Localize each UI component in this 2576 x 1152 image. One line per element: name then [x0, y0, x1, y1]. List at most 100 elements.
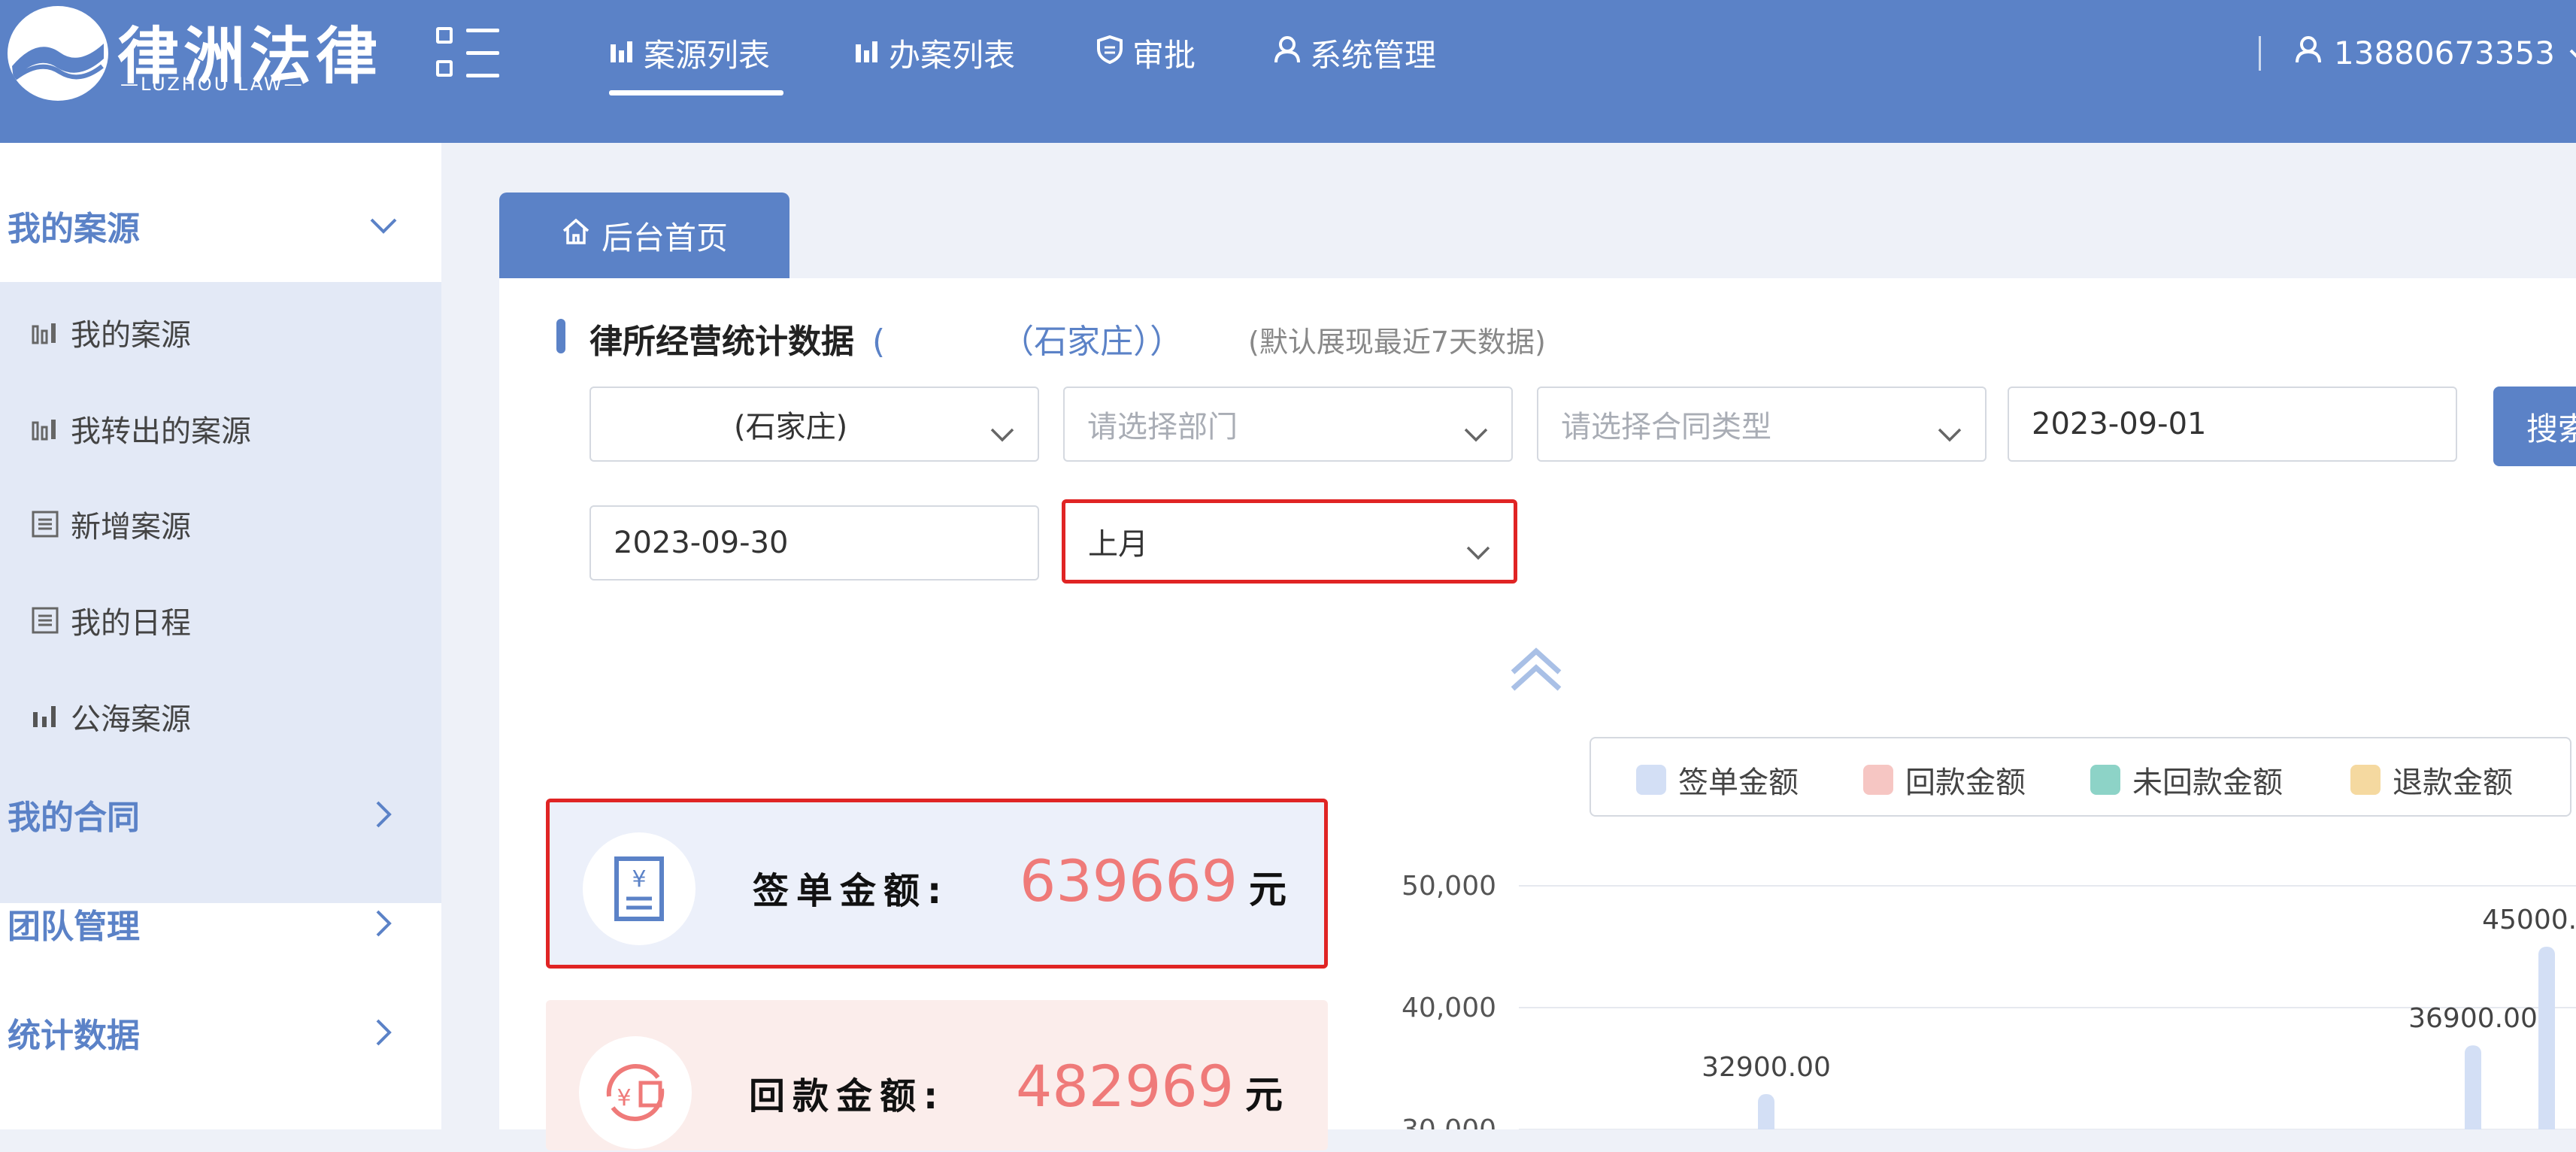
period-select-value: 上月 [1088, 527, 1148, 562]
sidebar-group-label: 团队管理 [8, 908, 140, 946]
legend-label: 回款金额 [1905, 765, 2026, 800]
firm-select[interactable]: (石家庄) [589, 387, 1039, 462]
tab-label: 后台首页 [601, 219, 728, 256]
bar-sign-amount[interactable] [1758, 1094, 1774, 1129]
y-tick-label: 30,000 [1402, 1114, 1496, 1129]
legend-label: 签单金额 [1678, 765, 1799, 800]
y-tick-label: 50,000 [1402, 871, 1496, 902]
chevron-down-icon [368, 211, 399, 241]
menu-toggle-icon[interactable] [436, 26, 501, 83]
sidebar-group-statistics[interactable]: 统计数据 [0, 984, 441, 1081]
user-icon [1274, 35, 1301, 71]
bar-data-label: 32900.00 [1702, 1052, 1831, 1083]
search-button-label: 搜索 [2526, 410, 2576, 447]
top-header: 律洲法律 LUZHOU LAW 案源列表 办案列表 审批 [0, 0, 2576, 143]
stat-value: 482969 [1016, 1053, 1235, 1120]
bar-sign-amount[interactable] [2538, 947, 2555, 1129]
section-marker [556, 319, 565, 353]
header-divider [2259, 36, 2261, 71]
nav-active-indicator [609, 90, 783, 95]
legend-swatch [1636, 765, 1666, 795]
sidebar-item-public-pool[interactable]: 公海案源 [30, 687, 191, 747]
svg-text:¥: ¥ [632, 866, 646, 893]
search-button[interactable]: 搜索 [2493, 387, 2576, 466]
sidebar: 我的案源 我的案源 我转出的案源 新增案源 我的日程 公海案源 我的合同 团队管… [0, 143, 441, 1129]
amount-bar-chart: 50,000 40,000 30,000 32900.00 36900.00 45000.… [1402, 871, 2576, 1129]
stat-label: 签单金额: [753, 870, 950, 912]
end-date-input[interactable]: 2023-09-30 [589, 505, 1039, 581]
sidebar-group-my-case-sources[interactable]: 我的案源 [0, 177, 441, 274]
department-select[interactable]: 请选择部门 [1063, 387, 1513, 462]
department-select-placeholder: 请选择部门 [1087, 410, 1238, 444]
nav-item-approval[interactable]: 审批 [1096, 30, 1196, 75]
sidebar-item-label: 我的日程 [71, 606, 191, 641]
start-date-value: 2023-09-01 [2032, 407, 2207, 441]
stat-value: 639669 [1020, 847, 1238, 914]
legend-swatch [1863, 765, 1893, 795]
svg-text:¥: ¥ [617, 1085, 631, 1111]
stat-unit: 元 [1245, 1073, 1283, 1117]
chart-legend: 签单金额 回款金额 未回款金额 退款金额 [1590, 737, 2571, 817]
sidebar-group-team[interactable]: 团队管理 [0, 875, 441, 972]
logo-text-en: LUZHOU LAW [120, 74, 305, 95]
bar-chart-icon [609, 35, 635, 71]
period-select[interactable]: 上月 [1062, 499, 1517, 584]
sidebar-group-my-contracts[interactable]: 我的合同 [0, 765, 441, 863]
contract-type-select-placeholder: 请选择合同类型 [1561, 410, 1771, 444]
list-icon [30, 605, 60, 635]
start-date-input[interactable]: 2023-09-01 [2008, 387, 2457, 462]
contract-type-select[interactable]: 请选择合同类型 [1537, 387, 1987, 462]
nav-item-cases[interactable]: 办案列表 [854, 30, 1015, 75]
legend-item-back[interactable]: 回款金额 [1863, 758, 2026, 802]
legend-item-sign[interactable]: 签单金额 [1636, 758, 1799, 802]
bar-data-label: 45000.00 [2482, 905, 2576, 935]
nav-item-label: 办案列表 [889, 36, 1016, 74]
sidebar-item-label: 新增案源 [71, 510, 191, 544]
stat-label: 回款金额: [749, 1075, 946, 1117]
sidebar-item-new-case-source[interactable]: 新增案源 [30, 494, 191, 554]
bar-chart-icon [30, 317, 60, 347]
legend-swatch [2090, 765, 2120, 795]
user-menu[interactable]: 13880673353 [2295, 30, 2576, 75]
sidebar-item-label: 我的案源 [71, 318, 191, 353]
stat-card-returned: ¥ 回款金额: 482969 元 [546, 1000, 1328, 1150]
logo-mark [8, 6, 108, 101]
sidebar-group-label: 我的案源 [8, 210, 140, 248]
user-icon [2295, 35, 2322, 71]
bar-chart-icon [30, 414, 60, 444]
sidebar-item-transferred[interactable]: 我转出的案源 [30, 399, 251, 459]
sidebar-item-label: 公海案源 [71, 702, 191, 737]
contract-icon: ¥ [583, 832, 696, 945]
legend-label: 退款金额 [2393, 765, 2513, 800]
nav-item-label: 案源列表 [644, 36, 771, 74]
nav-item-system[interactable]: 系统管理 [1274, 30, 1436, 75]
bar-chart-icon [854, 35, 880, 71]
chevron-right-icon [368, 1017, 399, 1047]
bar-data-label: 36900.00 [2408, 1003, 2538, 1034]
logo[interactable]: 律洲法律 LUZHOU LAW [8, 0, 399, 101]
tab-dashboard-home[interactable]: 后台首页 [499, 193, 789, 278]
y-tick-label: 40,000 [1402, 993, 1496, 1023]
sidebar-group-label: 我的合同 [8, 799, 140, 837]
user-phone: 13880673353 [2334, 34, 2555, 71]
chevron-down-icon [1937, 417, 1962, 442]
collapse-filters-icon[interactable] [1508, 644, 1564, 696]
legend-label: 未回款金额 [2132, 765, 2283, 800]
legend-item-unpaid[interactable]: 未回款金额 [2090, 758, 2283, 802]
legend-swatch [2350, 765, 2381, 795]
stat-unit: 元 [1249, 868, 1286, 911]
sidebar-item-my-case-sources[interactable]: 我的案源 [30, 302, 191, 362]
chevron-down-icon [2568, 35, 2576, 71]
bar-sign-amount[interactable] [2465, 1045, 2481, 1129]
chevron-down-icon [1463, 417, 1489, 442]
chevron-down-icon [1465, 535, 1491, 560]
chevron-right-icon [368, 908, 399, 938]
section-title: 律所经营统计数据 [589, 323, 854, 361]
nav-item-case-sources[interactable]: 案源列表 [609, 30, 770, 75]
sidebar-item-my-schedule[interactable]: 我的日程 [30, 590, 191, 650]
legend-item-refund[interactable]: 退款金额 [2350, 758, 2513, 802]
chevron-right-icon [368, 799, 399, 829]
home-icon [561, 217, 591, 254]
section-firm-name: ( （石家庄）） [872, 323, 1183, 361]
end-date-value: 2023-09-30 [614, 526, 789, 560]
